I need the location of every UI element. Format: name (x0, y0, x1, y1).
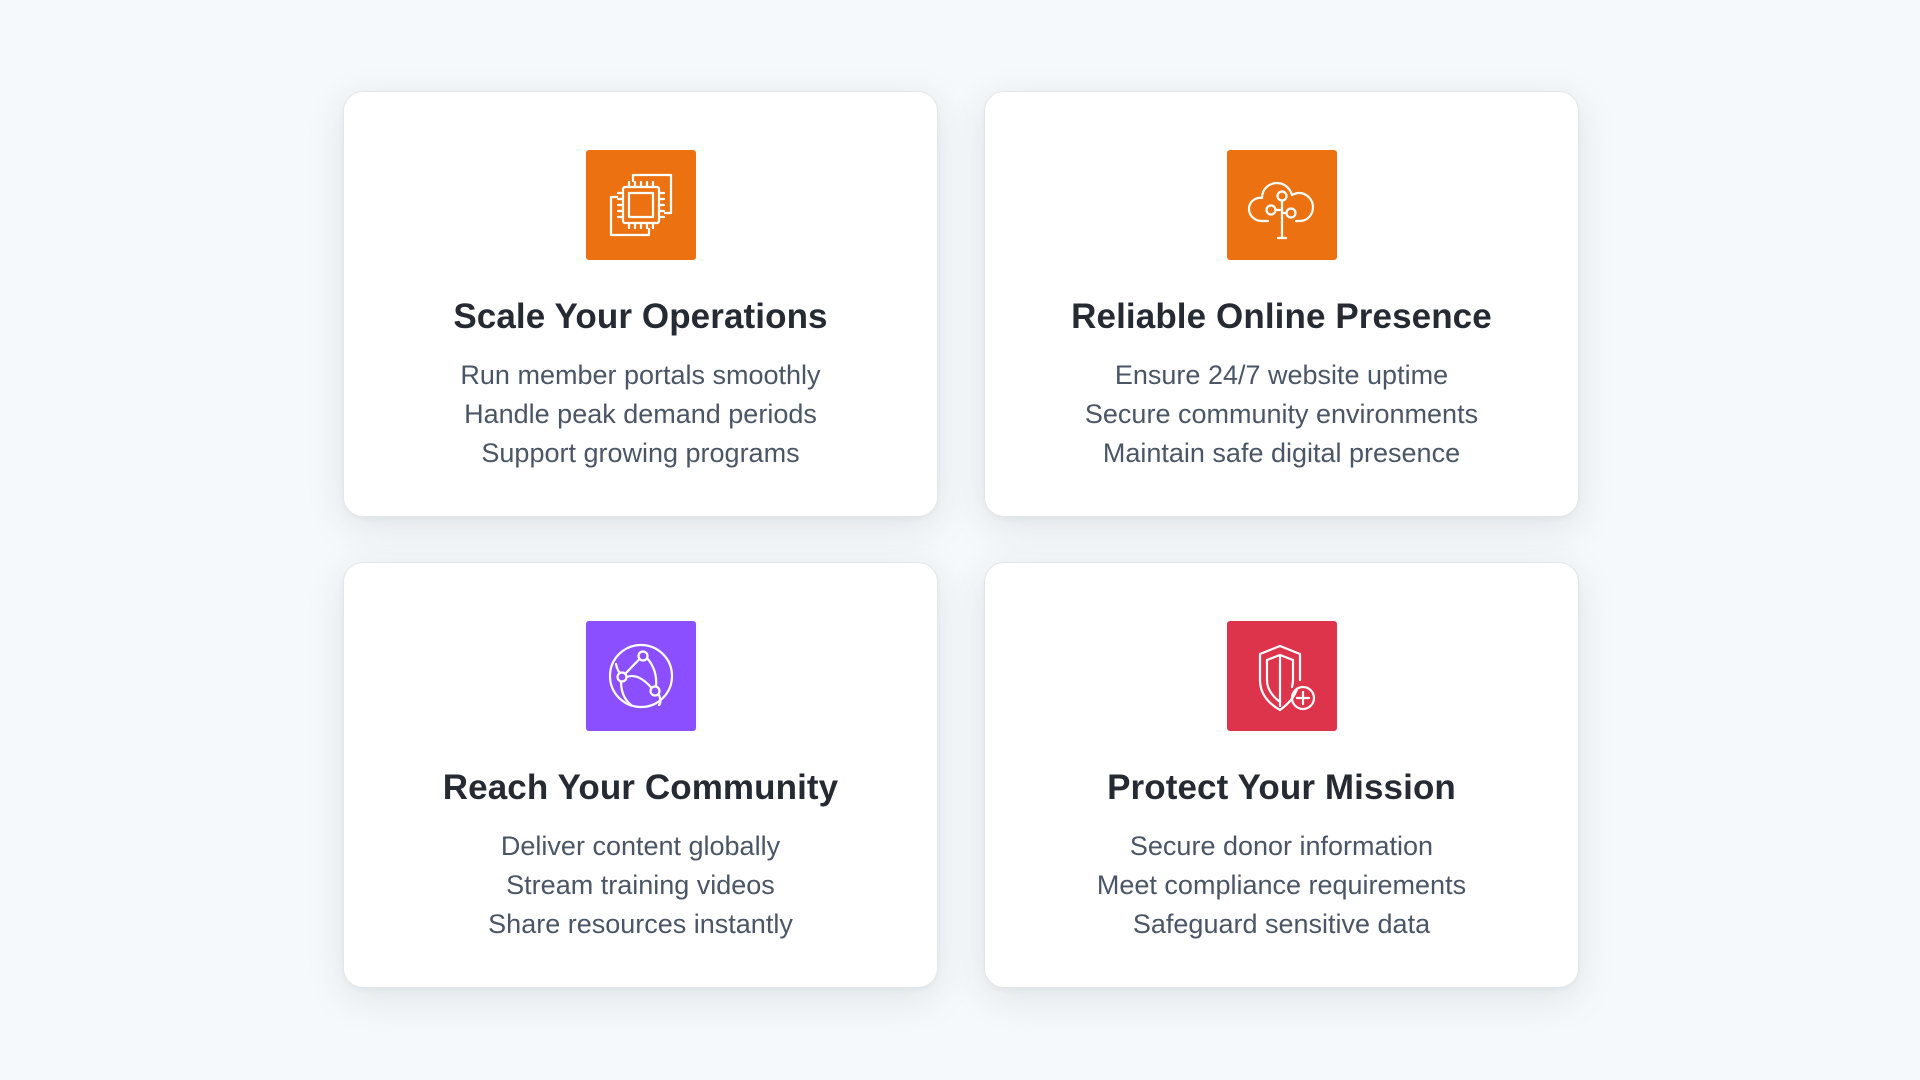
card-title: Protect Your Mission (1107, 768, 1456, 807)
globe-network-icon (585, 621, 696, 731)
card-bullets: Deliver content globally Stream training… (488, 827, 793, 944)
card-scale-operations: Scale Your Operations Run member portals… (343, 91, 938, 517)
compute-chip-icon (585, 150, 696, 260)
card-title: Reach Your Community (442, 768, 839, 807)
card-line: Safeguard sensitive data (1132, 909, 1431, 939)
card-line: Meet compliance requirements (1096, 870, 1467, 900)
card-line: Deliver content globally (500, 831, 781, 861)
shield-plus-icon (1226, 621, 1337, 731)
card-line: Secure donor information (1129, 831, 1434, 861)
card-line: Run member portals smoothly (460, 360, 821, 390)
card-title: Scale Your Operations (453, 297, 828, 336)
card-line: Maintain safe digital presence (1102, 438, 1461, 468)
card-line: Ensure 24/7 website uptime (1114, 360, 1449, 390)
card-line: Support growing programs (481, 438, 800, 468)
card-bullets: Secure donor information Meet compliance… (1097, 827, 1466, 944)
card-line: Secure community environments (1084, 399, 1479, 429)
cloud-network-icon (1226, 150, 1337, 260)
card-line: Handle peak demand periods (464, 399, 817, 429)
card-line: Stream training videos (506, 870, 775, 900)
card-bullets: Ensure 24/7 website uptime Secure commun… (1085, 356, 1478, 473)
card-line: Share resources instantly (488, 909, 793, 939)
card-reach-community: Reach Your Community Deliver content glo… (343, 562, 938, 988)
card-online-presence: Reliable Online Presence Ensure 24/7 web… (984, 91, 1579, 517)
card-bullets: Run member portals smoothly Handle peak … (460, 356, 820, 473)
card-protect-mission: Protect Your Mission Secure donor inform… (984, 562, 1579, 988)
card-title: Reliable Online Presence (1071, 297, 1492, 336)
feature-grid: Scale Your Operations Run member portals… (343, 91, 1579, 988)
